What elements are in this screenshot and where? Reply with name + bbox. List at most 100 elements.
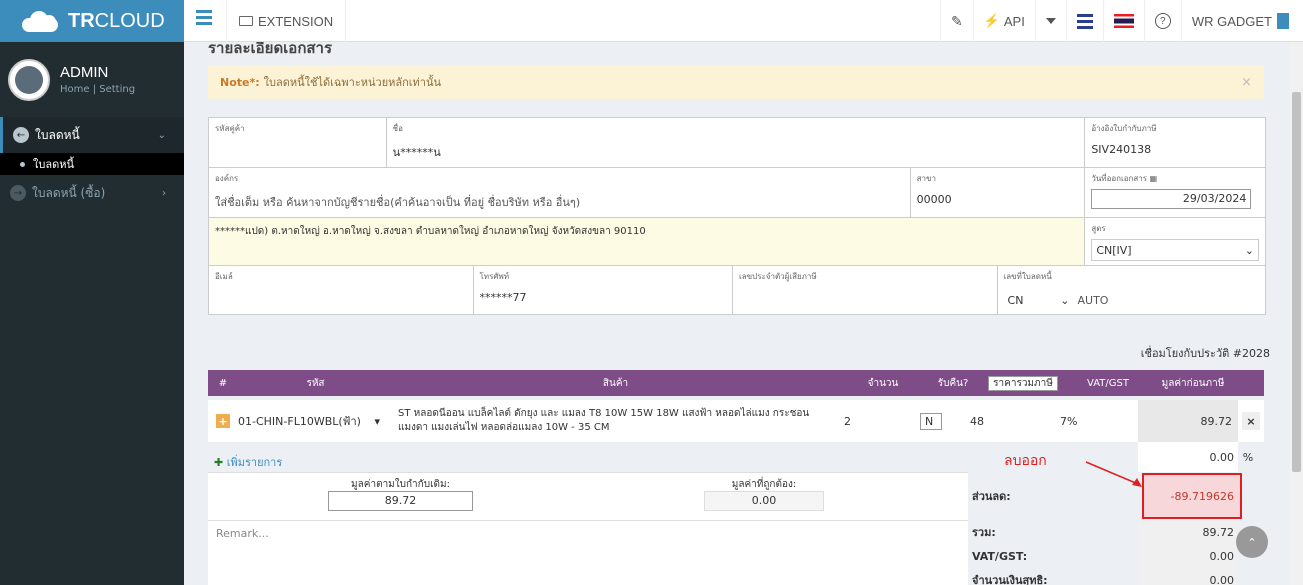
note-bold: Note*: — [220, 75, 260, 89]
ref-invoice-label: อ้างอิงใบกำกับภาษี — [1091, 124, 1157, 133]
branch-label: สาขา — [916, 174, 936, 183]
org-input[interactable]: ใส่ชื่อเต็ม หรือ ค้นหาจากบัญชีรายชื่อ(คำ… — [215, 193, 904, 211]
col-index: # — [218, 377, 228, 389]
taxid-label: เลขประจำตัวผู้เสียภาษี — [739, 272, 817, 281]
language-button[interactable] — [1102, 0, 1144, 42]
note-alert: Note*: ใบลดหนี้ใช้ได้เฉพาะหน่วยหลักเท่าน… — [208, 65, 1264, 99]
branch-cell: สาขา 00000 — [911, 168, 1086, 217]
top-navbar: TRCLOUD EXTENSION ✎ ! ⚡ API ? WR GADGET — [0, 0, 1303, 42]
api-label: API — [1003, 13, 1025, 29]
brand-logo[interactable]: TRCLOUD — [0, 0, 184, 42]
orig-value-input[interactable]: 89.72 — [328, 491, 473, 511]
formula-label: สูตร — [1091, 224, 1106, 233]
plug-icon: ✎ — [950, 12, 963, 29]
sidebar-item-credit-note[interactable]: ← ใบลดหนี้ ⌄ — [0, 117, 184, 153]
item-vat[interactable]: 7% — [1060, 415, 1138, 428]
avatar — [8, 58, 50, 101]
col-qty: จำนวน — [867, 377, 899, 389]
sidebar-item-credit-note-purchase[interactable]: → ใบลดหนี้ (ซื้อ) › — [0, 175, 184, 211]
document-form: รหัสคู่ค้า ชื่อ น******น อ้างอิงใบกำกับภ… — [208, 117, 1266, 315]
scroll-top-button[interactable]: ⌃ — [1236, 526, 1268, 558]
notification-button[interactable]: ✎ ! — [939, 0, 973, 42]
calendar-icon[interactable]: ▦ — [1150, 174, 1158, 183]
issue-date-label-wrap: วันที่ออกเอกสาร ▦ — [1091, 172, 1259, 185]
item-return-select[interactable]: N — [920, 412, 970, 430]
total-value: 89.72 — [1138, 520, 1238, 544]
remove-item-button[interactable]: × — [1242, 412, 1260, 430]
company-button[interactable]: WR GADGET — [1180, 0, 1303, 42]
add-item-link[interactable]: ✚ เพิ่มรายการ — [214, 453, 282, 471]
customer-code-cell: รหัสคู่ค้า — [209, 118, 387, 167]
item-price[interactable]: 48 — [970, 415, 1060, 428]
chevron-up-icon: ⌃ — [1247, 535, 1257, 549]
formula-value: CN[IV] — [1096, 243, 1132, 257]
formula-select[interactable]: CN[IV] ⌄ — [1091, 239, 1259, 261]
address-textarea[interactable]: ******แปด) ต.หาดใหญ่ อ.หาดใหญ่ จ.สงขลา ต… — [215, 224, 1078, 239]
discount-pct-value[interactable]: 0.00 — [1138, 442, 1238, 472]
chevron-right-icon: › — [162, 187, 166, 199]
value-section: มูลค่าตามใบกำกับเดิม: 89.72 มูลค่าที่ถูก… — [208, 472, 968, 520]
org-label: องค์กร — [215, 174, 239, 183]
item-qty[interactable]: 2 — [840, 415, 920, 428]
net-label: จำนวนเงินสุทธิ: — [972, 574, 1048, 585]
email-cell: อีเมล์ — [209, 266, 474, 314]
cn-prefix-select[interactable]: CN ⌄ — [1003, 289, 1074, 311]
address-cell[interactable]: ******แปด) ต.หาดใหญ่ อ.หาดใหญ่ จ.สงขลา ต… — [209, 218, 1086, 265]
help-button[interactable]: ? — [1143, 0, 1181, 42]
arrow-right-circle-icon: → — [10, 185, 26, 201]
company-label: WR GADGET — [1191, 13, 1272, 29]
annotation-arrow — [1085, 461, 1142, 487]
item-return: N — [920, 412, 943, 430]
caret-down-icon: ▾ — [374, 414, 380, 428]
correct-value-input[interactable]: 0.00 — [704, 491, 824, 511]
page-scrollbar[interactable] — [1290, 42, 1303, 585]
caret-down-icon — [1045, 18, 1056, 24]
net-row: จำนวนเงินสุทธิ: 0.00 — [968, 568, 1264, 585]
discount-value-highlight[interactable]: -89.719626 — [1142, 473, 1242, 519]
phone-value[interactable]: ******77 — [480, 291, 727, 304]
history-link[interactable]: เชื่อมโยงกับประวัติ #2028 — [1141, 344, 1270, 362]
extension-label: EXTENSION — [258, 13, 334, 29]
dropdown-toggle[interactable] — [1034, 0, 1066, 42]
close-icon[interactable]: × — [1241, 75, 1252, 90]
api-button[interactable]: ⚡ API — [972, 0, 1035, 42]
phone-label: โทรศัพท์ — [479, 272, 510, 281]
name-cell: ชื่อ น******น — [387, 118, 1086, 167]
item-code: 01-CHIN-FL10WBL(ฟ้า) — [238, 415, 361, 428]
note-text: ใบลดหนี้ใช้ได้เฉพาะหน่วยหลักเท่านั้น — [263, 76, 442, 89]
col-return: รับคืน? — [937, 377, 969, 389]
plus-icon[interactable]: + — [216, 414, 230, 428]
help-icon: ? — [1154, 13, 1171, 29]
remark-textarea[interactable]: Remark... — [208, 520, 968, 585]
building-icon — [1277, 13, 1289, 29]
sidebar-subitem-credit-note[interactable]: ใบลดหนี้ — [0, 153, 184, 175]
menu-bars-button[interactable] — [1065, 0, 1103, 42]
annotation-text: ลบออก — [1004, 453, 1047, 469]
page-title: รายละเอียดเอกสาร — [208, 42, 333, 57]
vat-row: VAT/GST: 0.00 — [968, 544, 1264, 568]
price-type-select[interactable]: ราคารวมภาษี — [978, 375, 1068, 391]
total-label: รวม: — [972, 526, 996, 539]
col-code: รหัส — [306, 377, 325, 389]
user-links[interactable]: Home | Setting — [60, 84, 135, 95]
main-content: รายละเอียดเอกสาร Note*: ใบลดหนี้ใช้ได้เฉ… — [184, 42, 1290, 585]
branch-value[interactable]: 00000 — [917, 193, 1079, 206]
customer-code-label: รหัสคู่ค้า — [215, 124, 245, 133]
vat-value: 0.00 — [1138, 544, 1238, 568]
orig-value-label: มูลค่าตามใบกำกับเดิม: — [351, 479, 450, 490]
item-code-select[interactable]: 01-CHIN-FL10WBL(ฟ้า) ▾ — [230, 412, 390, 430]
item-amount: 89.72 — [1138, 400, 1238, 442]
hamburger-menu-icon[interactable] — [196, 10, 212, 26]
ref-invoice-value[interactable]: SIV240138 — [1091, 143, 1259, 156]
formula-cell: สูตร CN[IV] ⌄ — [1085, 218, 1265, 265]
item-product[interactable]: ST หลอดนีออน แบล็คไลต์ ดักยุง และ แมลง T… — [390, 407, 840, 435]
name-value[interactable]: น******น — [393, 143, 1079, 161]
issue-date-input[interactable]: 29/03/2024 — [1091, 189, 1252, 209]
vat-label: VAT/GST: — [972, 549, 1028, 563]
extension-button[interactable]: EXTENSION — [226, 0, 347, 42]
chevron-down-icon: ⌄ — [1244, 243, 1254, 257]
correct-value-label: มูลค่าที่ถูกต้อง: — [731, 479, 797, 490]
total-row: รวม: 89.72 — [968, 520, 1264, 544]
pct-unit: % — [1242, 450, 1254, 464]
list-icon — [1076, 13, 1093, 29]
